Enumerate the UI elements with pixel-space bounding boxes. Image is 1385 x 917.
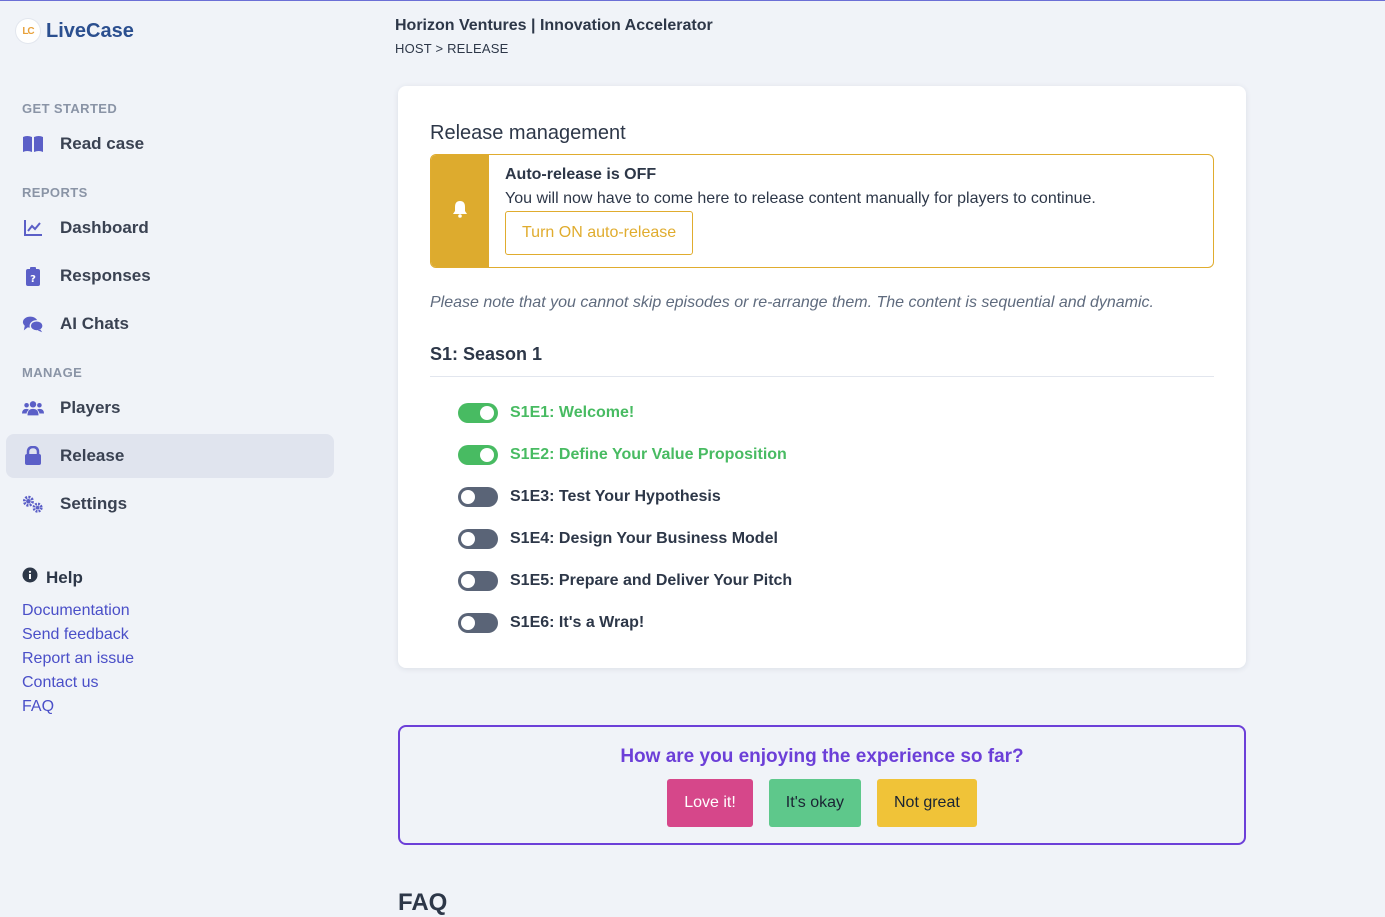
sidebar-item-label: Players xyxy=(60,398,121,417)
faq-heading: FAQ xyxy=(398,889,448,916)
alert-text: You will now have to come here to releas… xyxy=(505,190,1096,207)
sequential-note: Please note that you cannot skip episode… xyxy=(430,294,1154,311)
alert-icon-panel xyxy=(431,155,489,267)
its-okay-button[interactable]: It's okay xyxy=(768,779,861,827)
feedback-question: How are you enjoying the experience so f… xyxy=(620,746,1024,767)
episode-release-toggle[interactable] xyxy=(458,613,498,633)
sidebar-item-release[interactable]: Release xyxy=(6,434,334,478)
users-icon xyxy=(22,397,44,419)
alert-title: Auto-release is OFF xyxy=(505,166,657,183)
alert-body: Auto-release is OFF You will now have to… xyxy=(489,155,1096,267)
help-title: Help xyxy=(46,567,83,587)
page-title: Horizon Ventures | Innovation Accelerato… xyxy=(395,17,713,34)
episode-release-toggle[interactable] xyxy=(458,403,498,423)
feedback-buttons: Love it! It's okay Not great xyxy=(400,779,1244,827)
love-it-button[interactable]: Love it! xyxy=(667,779,753,827)
bell-icon xyxy=(452,200,468,223)
section-label-get-started: GET STARTED xyxy=(22,101,118,116)
section-label-manage: MANAGE xyxy=(22,365,83,380)
app-logo[interactable]: LC LiveCase xyxy=(16,19,134,43)
cogs-icon xyxy=(22,493,44,515)
sidebar-item-label: Responses xyxy=(60,266,151,285)
contact-us-link[interactable]: Contact us xyxy=(22,671,134,695)
episode-row: S1E4: Design Your Business Model xyxy=(458,518,792,560)
sidebar-item-label: Dashboard xyxy=(60,218,149,237)
sidebar-item-read-case[interactable]: Read case xyxy=(6,122,334,166)
faq-link[interactable]: FAQ xyxy=(22,695,134,719)
episode-label: S1E2: Define Your Value Proposition xyxy=(510,446,787,463)
episode-release-toggle[interactable] xyxy=(458,529,498,549)
sidebar: LC LiveCase GET STARTED Read case REPORT… xyxy=(0,1,345,902)
sidebar-item-label: Release xyxy=(60,446,125,465)
episode-row: S1E3: Test Your Hypothesis xyxy=(458,476,792,518)
turn-on-auto-release-button[interactable]: Turn ON auto-release xyxy=(505,211,694,255)
episode-list: S1E1: Welcome! S1E2: Define Your Value P… xyxy=(458,392,792,644)
episode-label: S1E4: Design Your Business Model xyxy=(510,530,778,547)
divider xyxy=(430,376,1214,377)
episode-release-toggle[interactable] xyxy=(458,487,498,507)
episode-label: S1E3: Test Your Hypothesis xyxy=(510,488,721,505)
episode-row: S1E5: Prepare and Deliver Your Pitch xyxy=(458,560,792,602)
episode-label: S1E5: Prepare and Deliver Your Pitch xyxy=(510,572,793,589)
send-feedback-link[interactable]: Send feedback xyxy=(22,623,134,647)
lock-icon xyxy=(22,445,44,467)
svg-text:?: ? xyxy=(30,274,36,285)
sidebar-item-settings[interactable]: Settings xyxy=(6,482,334,526)
sidebar-item-label: AI Chats xyxy=(60,314,129,333)
sidebar-item-dashboard[interactable]: Dashboard xyxy=(6,206,334,250)
info-circle-icon xyxy=(22,567,38,588)
chat-bubbles-icon xyxy=(22,313,44,335)
episode-release-toggle[interactable] xyxy=(458,445,498,465)
episode-row: S1E6: It's a Wrap! xyxy=(458,602,792,644)
breadcrumb: HOST > RELEASE xyxy=(395,41,509,56)
report-issue-link[interactable]: Report an issue xyxy=(22,647,134,671)
sidebar-item-ai-chats[interactable]: AI Chats xyxy=(6,302,334,346)
auto-release-alert: Auto-release is OFF You will now have to… xyxy=(430,154,1214,268)
episode-label: S1E1: Welcome! xyxy=(510,404,635,421)
episode-row: S1E1: Welcome! xyxy=(458,392,792,434)
season-heading: S1: Season 1 xyxy=(430,344,543,364)
section-label-reports: REPORTS xyxy=(22,185,88,200)
episode-release-toggle[interactable] xyxy=(458,571,498,591)
chart-line-icon xyxy=(22,217,44,239)
logo-text: LiveCase xyxy=(46,19,134,42)
sidebar-item-label: Settings xyxy=(60,494,128,513)
feedback-panel: How are you enjoying the experience so f… xyxy=(398,725,1246,845)
sidebar-item-players[interactable]: Players xyxy=(6,386,334,430)
sidebar-item-label: Read case xyxy=(60,134,145,153)
episode-label: S1E6: It's a Wrap! xyxy=(510,614,645,631)
sidebar-item-responses[interactable]: ? Responses xyxy=(6,254,334,298)
episode-row: S1E2: Define Your Value Proposition xyxy=(458,434,792,476)
not-great-button[interactable]: Not great xyxy=(876,779,977,827)
clipboard-question-icon: ? xyxy=(22,265,44,287)
card-title: Release management xyxy=(430,122,626,144)
release-management-card: Release management Auto-release is OFF Y… xyxy=(398,86,1246,668)
book-icon xyxy=(22,133,44,155)
documentation-link[interactable]: Documentation xyxy=(22,599,134,623)
help-heading: Help xyxy=(22,567,83,588)
help-links: Documentation Send feedback Report an is… xyxy=(22,599,134,719)
logo-mark: LC xyxy=(16,19,40,43)
